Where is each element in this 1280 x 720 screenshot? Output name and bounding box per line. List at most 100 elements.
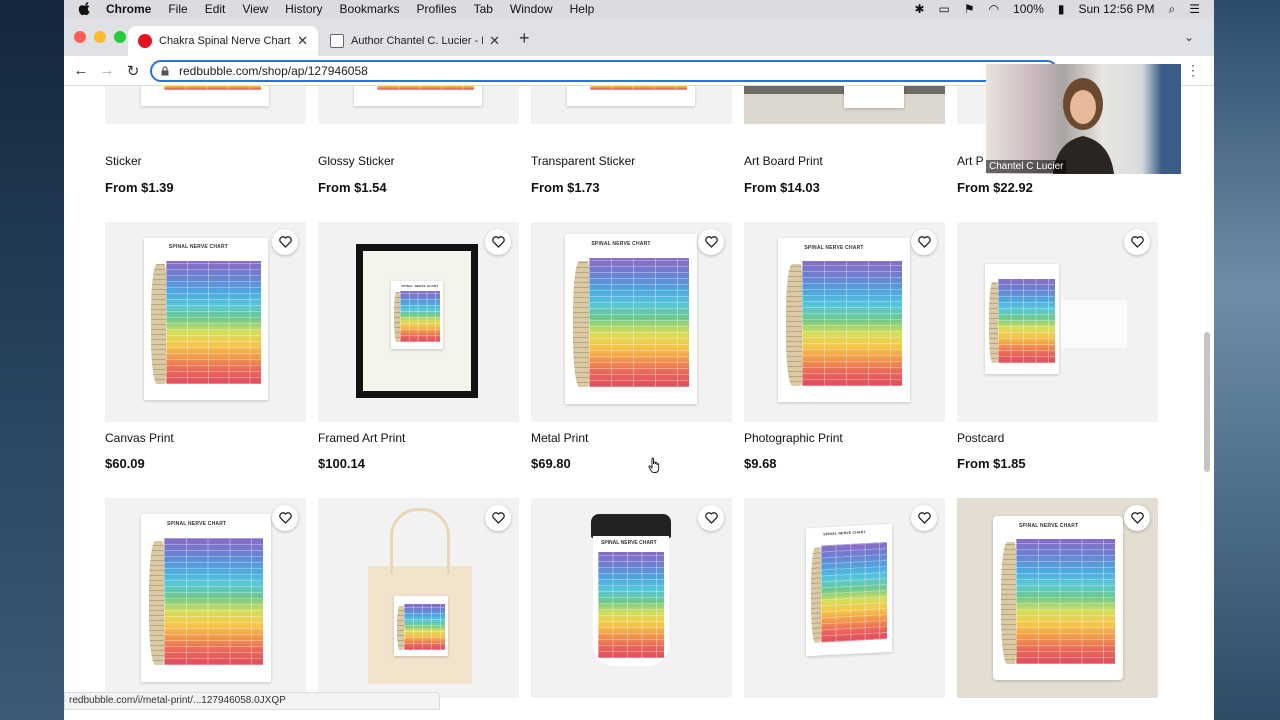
tab-search-chevron-icon[interactable]: ⌄ [1184, 30, 1194, 44]
favorite-heart-icon[interactable] [485, 505, 511, 531]
close-window-button[interactable] [74, 31, 86, 43]
wifi-icon[interactable]: ◠ [989, 2, 999, 16]
product-price: $9.68 [744, 456, 777, 471]
hand-pointer-cursor-icon [648, 457, 660, 473]
product-image-metal-print[interactable]: SPINAL NERVE CHART [531, 222, 732, 422]
product-name[interactable]: Photographic Print [744, 431, 843, 445]
product-image-sticker[interactable] [105, 86, 306, 124]
product-image-framed-art-print[interactable]: SPINAL NERVE CHART [318, 222, 519, 422]
browser-menu-icon[interactable]: ⋮ [1186, 62, 1200, 79]
apple-icon[interactable] [78, 2, 92, 16]
favorite-heart-icon[interactable] [698, 505, 724, 531]
product-image-glossy-sticker[interactable] [318, 86, 519, 124]
menu-file[interactable]: File [168, 2, 187, 16]
chart-title: SPINAL NERVE CHART [401, 283, 439, 288]
product-name[interactable]: Canvas Print [105, 431, 174, 445]
webcam-overlay: Chantel C Lucier [986, 64, 1181, 174]
redbubble-favicon-icon [138, 34, 152, 48]
product-image-postcard[interactable] [957, 222, 1158, 422]
product-image-photographic-print[interactable]: SPINAL NERVE CHART [744, 222, 945, 422]
chart-title: SPINAL NERVE CHART [804, 244, 864, 251]
new-tab-icon[interactable]: + [519, 28, 530, 49]
favorite-heart-icon[interactable] [272, 505, 298, 531]
favorite-heart-icon[interactable] [485, 229, 511, 255]
wordpress-favicon-icon [330, 34, 344, 48]
product-price: From $1.85 [957, 456, 1026, 471]
vertical-scrollbar[interactable] [1204, 332, 1210, 472]
product-name[interactable]: Sticker [105, 154, 142, 168]
favorite-heart-icon[interactable] [272, 229, 298, 255]
person-video [1053, 78, 1114, 174]
zoom-window-button[interactable] [114, 31, 126, 43]
tab-author[interactable]: Author Chantel C. Lucier - Boo ✕ [320, 26, 510, 56]
lock-icon [161, 66, 169, 76]
back-arrow-icon[interactable]: ← [68, 62, 94, 79]
window-controls [74, 31, 126, 43]
product-image-art-board-print[interactable] [744, 86, 945, 124]
desktop-background-left [0, 0, 64, 720]
chart-title: SPINAL NERVE CHART [168, 244, 229, 251]
menu-help[interactable]: Help [570, 2, 595, 16]
control-center-icon[interactable]: ☰ [1189, 2, 1200, 16]
webcam-name-label: Chantel C Lucier [986, 160, 1067, 173]
forward-arrow-icon[interactable]: → [94, 62, 120, 79]
favorite-heart-icon[interactable] [1124, 505, 1150, 531]
product-image-greeting-card[interactable]: SPINAL NERVE CHART [744, 498, 945, 698]
product-name[interactable]: Framed Art Print [318, 431, 405, 445]
bluetooth-icon[interactable]: ✱ [914, 2, 924, 16]
product-price: From $1.73 [531, 180, 600, 195]
tab-title: Chakra Spinal Nerve Chart by [159, 35, 292, 47]
chart-title: SPINAL NERVE CHART [591, 240, 651, 247]
product-name[interactable]: Postcard [957, 431, 1004, 445]
chart-title: SPINAL NERVE CHART [167, 520, 227, 527]
reload-icon[interactable]: ↻ [120, 62, 146, 80]
product-image-travel-mug[interactable]: SPINAL NERVE CHART [531, 498, 732, 698]
address-bar[interactable]: redbubble.com/shop/ap/127946058 [150, 60, 1058, 82]
chart-title: SPINAL NERVE CHART [601, 540, 657, 546]
minimize-window-button[interactable] [94, 31, 106, 43]
close-tab-icon[interactable]: ✕ [297, 33, 308, 49]
link-status-bar: redbubble.com/i/metal-print/...127946058… [64, 692, 440, 710]
menu-window[interactable]: Window [510, 2, 553, 16]
product-price: From $1.39 [105, 180, 174, 195]
url-text: redbubble.com/shop/ap/127946058 [179, 64, 368, 78]
product-name[interactable]: Art P [957, 154, 984, 168]
product-image-canvas-print[interactable]: SPINAL NERVE CHART [105, 222, 306, 422]
product-price: $100.14 [318, 456, 365, 471]
product-image[interactable]: SPINAL NERVE CHART [105, 498, 306, 698]
close-tab-icon[interactable]: ✕ [489, 33, 500, 49]
product-image-tote-bag[interactable] [318, 498, 519, 698]
product-price: From $22.92 [957, 180, 1033, 195]
menu-view[interactable]: View [242, 2, 268, 16]
favorite-heart-icon[interactable] [1124, 229, 1150, 255]
chart-title: SPINAL NERVE CHART [823, 530, 866, 537]
menu-edit[interactable]: Edit [205, 2, 226, 16]
battery-icon[interactable]: ▮ [1058, 2, 1065, 16]
favorite-heart-icon[interactable] [698, 229, 724, 255]
favorite-heart-icon[interactable] [911, 229, 937, 255]
product-name[interactable]: Metal Print [531, 431, 588, 445]
product-name[interactable]: Glossy Sticker [318, 154, 395, 168]
product-price: $60.09 [105, 456, 145, 471]
product-price: $69.80 [531, 456, 571, 471]
page-content: Sticker From $1.39 Glossy Sticker From $… [64, 86, 1214, 720]
menubar-clock[interactable]: Sun 12:56 PM [1078, 2, 1154, 16]
spotlight-search-icon[interactable]: ⌕ [1169, 2, 1176, 17]
menu-bookmarks[interactable]: Bookmarks [340, 2, 400, 16]
tab-title: Author Chantel C. Lucier - Boo [351, 35, 483, 47]
mac-menubar: Chrome File Edit View History Bookmarks … [64, 0, 1214, 18]
tab-bar: Chakra Spinal Nerve Chart by ✕ Author Ch… [64, 18, 1214, 56]
tab-redbubble[interactable]: Chakra Spinal Nerve Chart by ✕ [128, 26, 318, 56]
product-image-transparent-sticker[interactable] [531, 86, 732, 124]
product-image-poster[interactable]: SPINAL NERVE CHART [957, 498, 1158, 698]
product-name[interactable]: Art Board Print [744, 154, 823, 168]
product-price: From $14.03 [744, 180, 820, 195]
flag-icon[interactable]: ⚑ [964, 2, 975, 16]
menu-app-name[interactable]: Chrome [106, 2, 151, 16]
menu-history[interactable]: History [285, 2, 322, 16]
menu-tab[interactable]: Tab [474, 2, 493, 16]
display-icon[interactable]: ▭ [939, 2, 950, 16]
product-name[interactable]: Transparent Sticker [531, 154, 635, 168]
menu-profiles[interactable]: Profiles [417, 2, 457, 16]
favorite-heart-icon[interactable] [911, 505, 937, 531]
